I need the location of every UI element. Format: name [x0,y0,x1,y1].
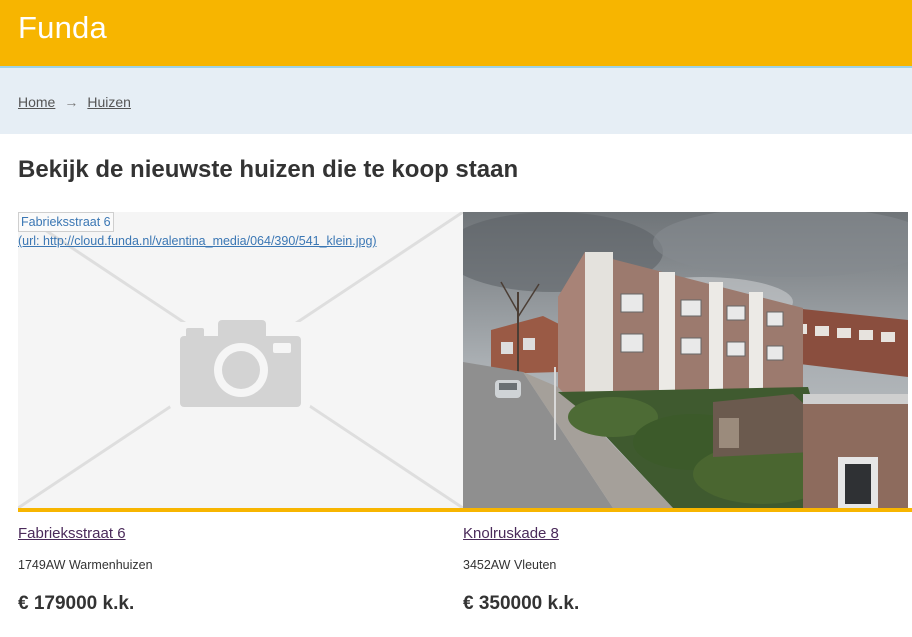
breadcrumb-bar: Home → Huizen [0,68,912,134]
breadcrumb-home-link[interactable]: Home [18,94,55,110]
breadcrumb: Home → Huizen [18,93,131,111]
listing-card: Knolruskade 8 3452AW Vleuten € 350000 k.… [463,212,908,614]
breadcrumb-separator-icon: → [64,94,79,110]
listing-address: 3452AW Vleuten [463,558,557,572]
listing-price: € 350000 k.k. [463,593,580,614]
listing-card: Fabrieksstraat 6 (url: http://cloud.fund… [18,212,463,614]
listing-title-link[interactable]: Fabrieksstraat 6 [18,524,126,544]
image-url-link[interactable]: (url: http://cloud.funda.nl/valentina_me… [18,232,377,250]
image-accent-bar [18,508,463,512]
image-accent-bar [908,508,912,512]
listing-photo[interactable] [463,212,908,508]
breadcrumb-huizen-link[interactable]: Huizen [87,94,131,110]
image-alt-text: Fabrieksstraat 6 [18,212,114,232]
broken-image-alt: Fabrieksstraat 6 (url: http://cloud.fund… [18,212,377,250]
listing-image-placeholder[interactable]: Fabrieksstraat 6 (url: http://cloud.fund… [18,212,463,508]
image-accent-bar [463,508,908,512]
brand-logo[interactable]: Funda [18,9,107,47]
site-header: Funda [0,0,912,68]
listing-price: € 179000 k.k. [18,593,135,614]
camera-placeholder-icon [18,212,463,508]
page-title: Bekijk de nieuwste huizen die te koop st… [18,156,519,183]
listing-grid: Fabrieksstraat 6 (url: http://cloud.fund… [18,212,912,637]
house-photo-illustration [463,212,908,508]
listing-title-link[interactable]: Knolruskade 8 [463,524,559,544]
listing-address: 1749AW Warmenhuizen [18,558,153,572]
